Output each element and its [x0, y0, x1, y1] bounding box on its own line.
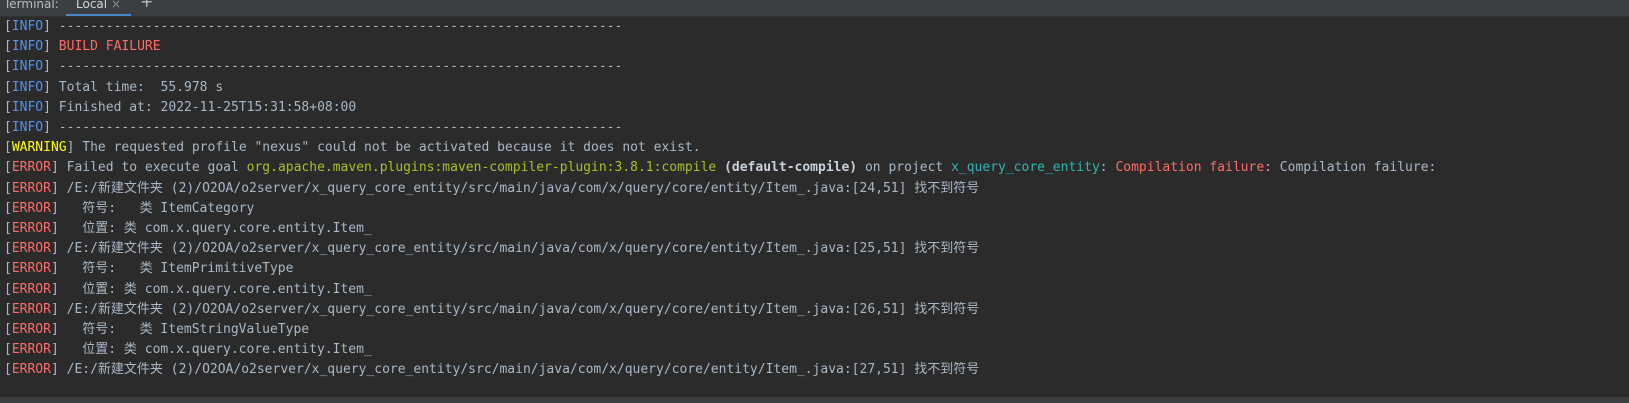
log-level-error: ERROR: [11, 301, 51, 317]
log-level-info: INFO: [11, 39, 44, 55]
tab-local-label: Local: [76, 0, 108, 11]
log-text: 位置: 类 com.x.query.core.entity.Item_: [58, 342, 372, 358]
terminal-line: [ERROR] 符号: 类 ItemPrimitiveType: [4, 261, 294, 277]
log-text: /E:/新建文件夹 (2)/O2OA/o2server/x_query_core…: [58, 241, 980, 257]
log-level-info: INFO: [11, 59, 44, 75]
add-tab-icon[interactable]: +: [140, 0, 153, 10]
log-text: /E:/新建文件夹 (2)/O2OA/o2server/x_query_core…: [58, 301, 980, 317]
log-text: ----------------------------------------…: [50, 19, 623, 34]
log-text: on project: [857, 160, 952, 176]
log-level-error: ERROR: [11, 200, 51, 216]
log-level-warning: WARNING: [11, 140, 67, 156]
terminal-line: [ERROR] 位置: 类 com.x.query.core.entity.It…: [4, 281, 372, 297]
terminal-line: [INFO] Total time: 55.978 s: [4, 79, 224, 95]
log-text: Total time: 55.978 s: [50, 79, 224, 95]
log-text: 位置: 类 com.x.query.core.entity.Item_: [58, 221, 372, 236]
terminal-line: [WARNING] The requested profile "nexus" …: [4, 140, 701, 156]
terminal-line: [INFO] Finished at: 2022-11-25T15:31:58+…: [4, 99, 357, 115]
terminal-line: [ERROR] 符号: 类 ItemCategory: [4, 200, 255, 216]
log-level-error: ERROR: [11, 261, 51, 277]
terminal-line: [INFO] ---------------------------------…: [4, 19, 623, 34]
terminal-output[interactable]: [INFO] ---------------------------------…: [0, 16, 1629, 403]
log-text: ----------------------------------------…: [50, 59, 623, 75]
terminal-window: Terminal: Local × + [INFO] -------------…: [0, 0, 1629, 403]
log-level-error: ERROR: [11, 342, 51, 358]
log-text: Compilation failure: [1115, 160, 1265, 176]
terminal-line: [INFO] ---------------------------------…: [4, 120, 623, 135]
terminal-line: [ERROR] /E:/新建文件夹 (2)/O2OA/o2server/x_qu…: [4, 180, 980, 196]
log-level-error: ERROR: [11, 180, 51, 196]
log-level-error: ERROR: [11, 362, 51, 378]
log-text: ----------------------------------------…: [50, 120, 623, 135]
terminal-line: [ERROR] /E:/新建文件夹 (2)/O2OA/o2server/x_qu…: [4, 241, 980, 257]
log-text: 位置: 类 com.x.query.core.entity.Item_: [58, 281, 372, 297]
log-level-error: ERROR: [11, 241, 51, 257]
terminal-line: [ERROR] /E:/新建文件夹 (2)/O2OA/o2server/x_qu…: [4, 362, 980, 378]
log-text: 符号: 类 ItemPrimitiveType: [58, 261, 294, 277]
terminal-line: [INFO] ---------------------------------…: [4, 59, 623, 75]
horizontal-scrollbar[interactable]: [0, 397, 1629, 403]
log-text: 符号: 类 ItemStringValueType: [58, 322, 310, 337]
log-level-error: ERROR: [11, 322, 51, 337]
terminal-label: Terminal:: [4, 0, 59, 11]
terminal-line: [ERROR] 位置: 类 com.x.query.core.entity.It…: [4, 221, 372, 236]
log-text: /E:/新建文件夹 (2)/O2OA/o2server/x_query_core…: [58, 362, 980, 378]
terminal-line: [ERROR] Failed to execute goal org.apach…: [4, 160, 1437, 176]
terminal-line: [ERROR] /E:/新建文件夹 (2)/O2OA/o2server/x_qu…: [4, 301, 980, 317]
log-level-info: INFO: [11, 79, 44, 95]
log-text: The requested profile "nexus" could not …: [74, 140, 701, 156]
terminal-line: [INFO] BUILD FAILURE: [4, 39, 161, 55]
log-level-info: INFO: [11, 99, 44, 115]
log-text: Failed to execute goal: [58, 160, 247, 176]
log-text: : Compilation failure:: [1264, 160, 1437, 176]
log-text: Finished at: 2022-11-25T15:31:58+08:00: [50, 99, 357, 115]
terminal-line: [ERROR] 位置: 类 com.x.query.core.entity.It…: [4, 342, 372, 358]
log-level-error: ERROR: [11, 221, 51, 236]
log-text: /E:/新建文件夹 (2)/O2OA/o2server/x_query_core…: [58, 180, 980, 196]
terminal-tab-bar: Terminal: Local × +: [0, 0, 1629, 17]
log-text: 符号: 类 ItemCategory: [58, 200, 255, 216]
log-text: x_query_core_entity: [951, 160, 1100, 176]
terminal-line: [ERROR] 符号: 类 ItemStringValueType: [4, 322, 310, 337]
tab-local[interactable]: Local ×: [66, 0, 131, 16]
log-text: BUILD FAILURE: [58, 39, 161, 55]
log-level-info: INFO: [11, 19, 44, 34]
log-level-error: ERROR: [11, 160, 51, 176]
log-level-info: INFO: [11, 120, 44, 135]
close-icon[interactable]: ×: [111, 0, 121, 12]
log-text: org.apache.maven.plugins:maven-compiler-…: [246, 160, 717, 176]
log-level-error: ERROR: [11, 281, 51, 297]
log-text: (default-compile): [724, 160, 858, 176]
log-text: :: [1099, 160, 1116, 176]
